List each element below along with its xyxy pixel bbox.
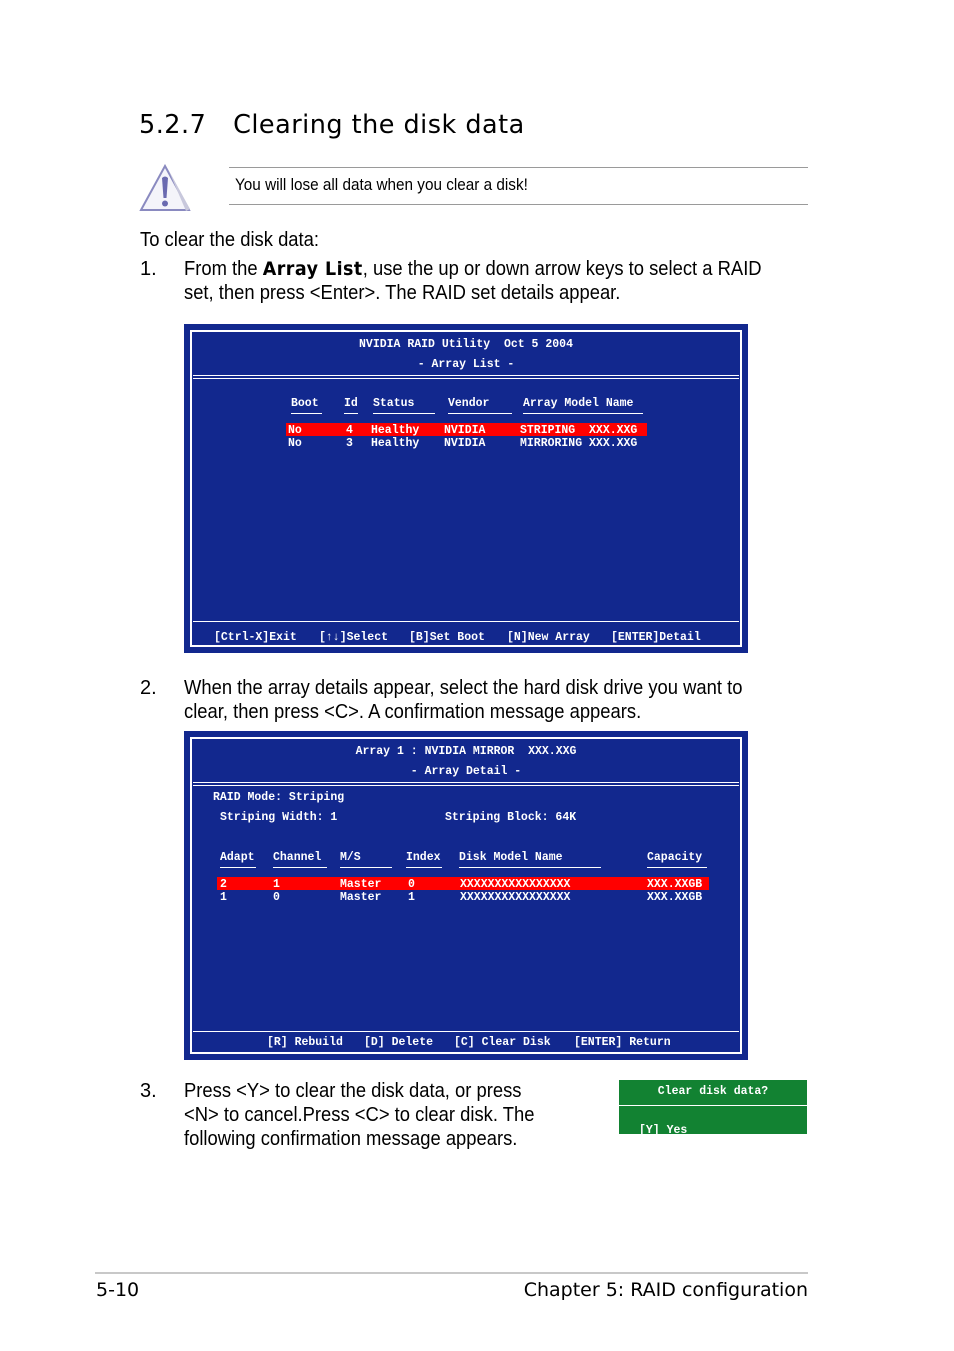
section-title: 5.2.7 Clearing the disk data	[139, 110, 525, 140]
section-title-text: Clearing the disk data	[233, 110, 525, 140]
col-header-ms: M/S	[340, 851, 392, 868]
clear-disk-confirm-dialog: Clear disk data? [Y] Yes [N] Cancel	[619, 1080, 807, 1150]
key-detail[interactable]: [ENTER]Detail	[611, 631, 701, 644]
warning-text: You will lose all data when you clear a …	[235, 175, 528, 194]
cell-index: 1	[408, 891, 415, 904]
footer-rule	[95, 1272, 808, 1274]
key-set-boot[interactable]: [B]Set Boot	[409, 631, 485, 644]
step-3-line2: <N> to cancel.Press <C> to clear disk. T…	[184, 1104, 535, 1126]
screen-subtitle: - Array Detail -	[410, 765, 522, 778]
step-2-number: 2.	[140, 677, 157, 699]
cell-vendor: NVIDIA	[444, 424, 486, 437]
header-separator	[193, 782, 739, 783]
cell-capacity: XXX.XXGB	[647, 891, 703, 904]
cell-status: Healthy	[371, 424, 420, 437]
cell-id: 3	[346, 437, 353, 450]
step-2-line2: clear, then press <C>. A confirmation me…	[184, 701, 642, 723]
cell-vendor: NVIDIA	[444, 437, 486, 450]
step-1-number: 1.	[140, 258, 157, 280]
dialog-title: Clear disk data?	[657, 1085, 769, 1098]
step-1-text-cont: , use the up or down arrow keys to selec…	[362, 258, 762, 280]
warning-top-rule	[229, 167, 808, 168]
key-delete[interactable]: [D] Delete	[364, 1036, 433, 1049]
page-number: 5-10	[96, 1279, 140, 1301]
screen-title: NVIDIA RAID Utility Oct 5 2004	[359, 338, 573, 351]
cancel-option[interactable]: [N] Cancel	[714, 1137, 783, 1150]
key-rebuild[interactable]: [R] Rebuild	[267, 1036, 343, 1049]
cell-channel: 0	[273, 891, 280, 904]
striping-block: Striping Block: 64K	[445, 811, 577, 824]
key-select[interactable]: [↑↓]Select	[319, 631, 388, 644]
key-new-array[interactable]: [N]New Array	[507, 631, 590, 644]
col-header-id: Id	[344, 397, 358, 414]
step-1-text: From the	[184, 258, 263, 280]
step-2-line1: When the array details appear, select th…	[184, 677, 743, 699]
cell-disk-model: XXXXXXXXXXXXXXXX	[460, 891, 571, 904]
col-header-model: Array Model Name	[523, 397, 643, 414]
cell-model: MIRRORING XXX.XXG	[520, 437, 638, 450]
header-separator-2	[193, 378, 739, 379]
cell-id: 4	[346, 424, 353, 437]
dialog-options: [Y] Yes [N] Cancel	[619, 1111, 807, 1163]
cell-ms: Master	[340, 878, 382, 891]
key-return[interactable]: [ENTER] Return	[574, 1036, 671, 1049]
raid-mode: RAID Mode: Striping	[213, 791, 345, 804]
header-separator	[193, 375, 739, 376]
footer-separator	[193, 1031, 739, 1032]
key-exit[interactable]: [Ctrl-X]Exit	[214, 631, 297, 644]
header-separator-2	[193, 785, 739, 786]
cell-capacity: XXX.XXGB	[647, 878, 703, 891]
intro-text: To clear the disk data:	[140, 229, 319, 251]
col-header-adapt: Adapt	[220, 851, 256, 868]
col-header-status: Status	[373, 397, 435, 414]
step-3-line1: Press <Y> to clear the disk data, or pre…	[184, 1080, 522, 1102]
cell-index: 0	[408, 878, 415, 891]
footer-separator	[193, 621, 739, 622]
col-header-channel: Channel	[273, 851, 327, 868]
array-list-term: Array List	[262, 258, 363, 280]
step-1-line2: set, then press <Enter>. The RAID set de…	[184, 282, 621, 304]
warning-bottom-rule	[229, 204, 808, 205]
array-list-screen: NVIDIA RAID Utility Oct 5 2004 - Array L…	[184, 324, 748, 653]
cell-boot: No	[288, 437, 302, 450]
key-clear-disk[interactable]: [C] Clear Disk	[454, 1036, 551, 1049]
cell-channel: 1	[273, 878, 280, 891]
step-1-line1: From the Array List, use the up or down …	[184, 257, 762, 281]
section-number: 5.2.7	[139, 110, 207, 140]
screen-subtitle: - Array List -	[417, 358, 515, 371]
step-3-number: 3.	[140, 1080, 157, 1102]
col-header-disk-model: Disk Model Name	[459, 851, 601, 868]
cell-ms: Master	[340, 891, 382, 904]
col-header-index: Index	[406, 851, 442, 868]
chapter-title: Chapter 5: RAID configuration	[523, 1279, 808, 1301]
striping-width: Striping Width: 1	[220, 811, 338, 824]
cell-model: STRIPING XXX.XXG	[520, 424, 638, 437]
cell-boot: No	[288, 424, 302, 437]
cell-adapt: 2	[220, 878, 227, 891]
col-header-boot: Boot	[291, 397, 322, 414]
cell-adapt: 1	[220, 891, 227, 904]
screen-title: Array 1 : NVIDIA MIRROR XXX.XXG	[355, 745, 577, 758]
col-header-vendor: Vendor	[448, 397, 512, 414]
cell-disk-model: XXXXXXXXXXXXXXXX	[460, 878, 571, 891]
cell-status: Healthy	[371, 437, 420, 450]
step-3-line3: following confirmation message appears.	[184, 1128, 518, 1150]
yes-option[interactable]: [Y] Yes	[639, 1124, 687, 1137]
dialog-separator	[619, 1105, 807, 1106]
warning-triangle-icon	[139, 164, 191, 211]
array-detail-screen: Array 1 : NVIDIA MIRROR XXX.XXG - Array …	[184, 731, 748, 1060]
col-header-capacity: Capacity	[647, 851, 707, 868]
